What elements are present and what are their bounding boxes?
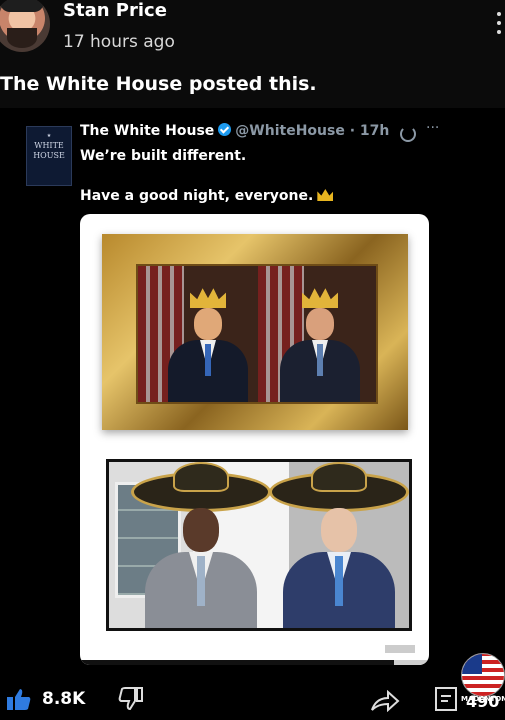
like-icon[interactable]: [6, 687, 32, 711]
gold-framed-portrait: [102, 234, 408, 430]
action-bar: 8.8K 490: [0, 680, 505, 720]
media-progress-bar[interactable]: [80, 660, 429, 665]
crown-icon: [302, 288, 338, 308]
author-name[interactable]: Stan Price: [63, 0, 167, 21]
author-avatar[interactable]: [0, 0, 50, 52]
photo-figure-left: [131, 462, 271, 628]
tweet-more-icon: ···: [426, 120, 440, 136]
tweet-text-line-1: We’re built different.: [80, 148, 247, 164]
badge-watermark-text: MADANTONE: [461, 695, 505, 703]
sombrero-icon: [311, 462, 367, 492]
tweet-handle: @WhiteHouse · 17h: [235, 123, 390, 139]
flag-badge-icon: [461, 653, 505, 697]
post-timestamp: 17 hours ago: [63, 32, 175, 52]
share-icon[interactable]: [370, 690, 400, 712]
tweet-text-line-2-text: Have a good night, everyone.: [80, 188, 314, 204]
embedded-tweet: ★ WHITE HOUSE The White House @WhiteHouse …: [12, 112, 493, 667]
logo-text: WHITE HOUSE: [33, 141, 65, 160]
media-progress-fill: [80, 660, 395, 665]
tweet-media[interactable]: [80, 214, 429, 665]
post-header: Stan Price 17 hours ago The White House …: [0, 0, 505, 108]
portrait-figure-right: [274, 286, 366, 402]
white-house-logo: ★ WHITE HOUSE: [26, 126, 72, 186]
photo-figure-right: [269, 462, 409, 628]
tweet-text-line-2: Have a good night, everyone.: [80, 188, 334, 204]
tweet-author-name: The White House: [80, 123, 215, 139]
more-options-icon[interactable]: [497, 12, 505, 40]
media-watermark: [385, 645, 415, 653]
like-count: 8.8K: [42, 689, 86, 709]
sombrero-photo: [106, 459, 412, 631]
grok-icon: [400, 126, 416, 142]
comment-icon[interactable]: [434, 686, 458, 712]
crown-emoji-icon: [317, 189, 334, 201]
verified-badge-icon: [218, 123, 232, 136]
sombrero-icon: [173, 462, 229, 492]
post-title: The White House posted this.: [0, 73, 317, 95]
crown-icon: [190, 288, 226, 308]
tweet-header: The White House @WhiteHouse · 17h: [80, 123, 389, 139]
portrait-figure-left: [162, 286, 254, 402]
dislike-icon[interactable]: [118, 687, 144, 711]
